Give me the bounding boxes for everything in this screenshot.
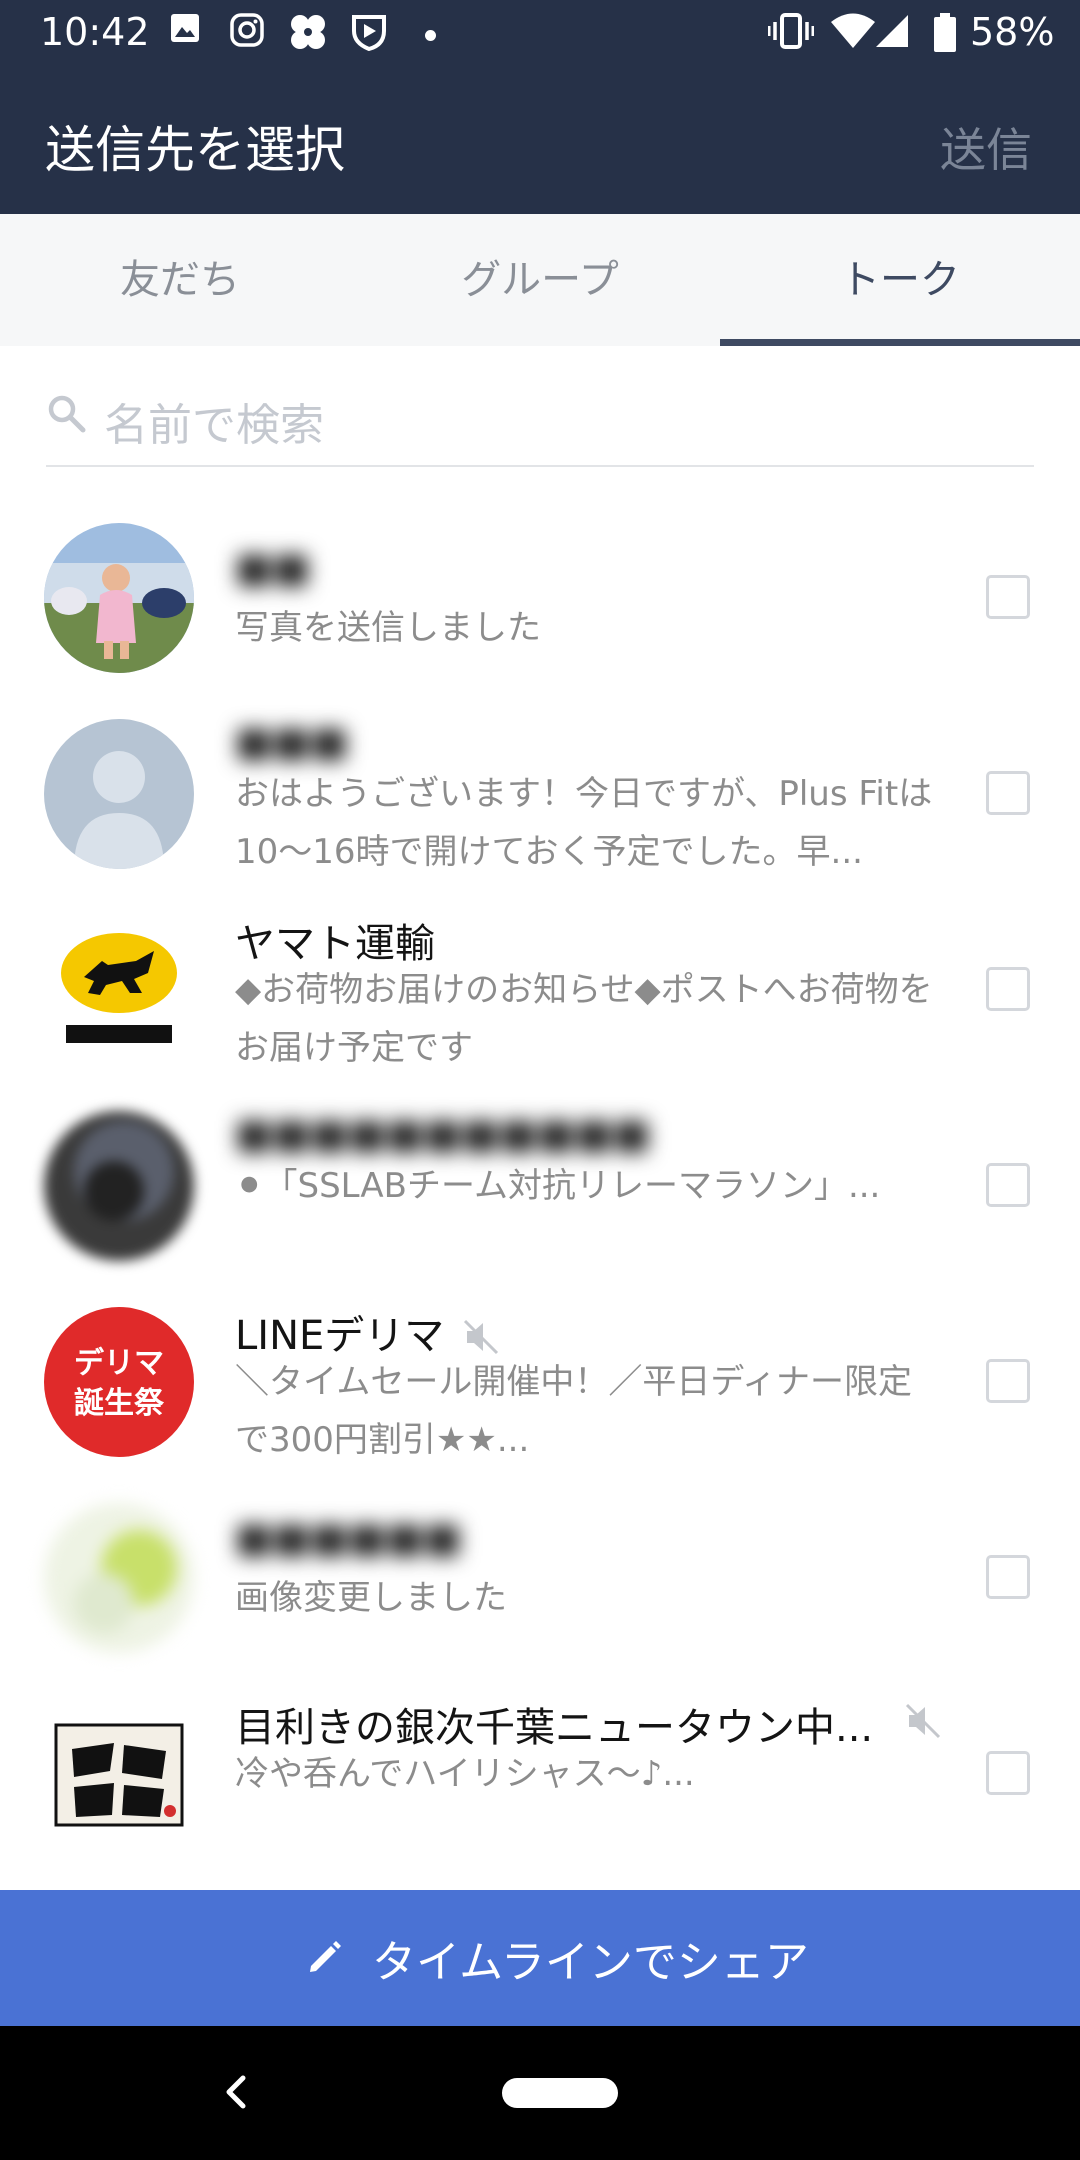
avatar [44, 719, 194, 869]
chat-message: ⚫「SSLABチーム対抗リレーマラソン」... [235, 1166, 881, 1206]
instagram-icon [230, 13, 264, 47]
share-timeline-label: タイムラインでシェア [372, 1937, 809, 1988]
mute-icon [905, 1703, 941, 1739]
share-timeline-button[interactable]: タイムラインでシェア [0, 1890, 1080, 2026]
tab-label: グループ [461, 257, 619, 303]
search-icon [48, 395, 86, 433]
chat-row[interactable]: ■■■ おはようございます！今日ですが、Plus Fitは10〜16時で開けてお… [0, 701, 1080, 897]
chat-message: 写真を送信しました [235, 608, 541, 648]
select-checkbox[interactable] [986, 1751, 1030, 1795]
chat-message: 冷や呑んでハイリシャス〜♪... [235, 1754, 695, 1794]
send-button[interactable]: 送信 [940, 114, 1032, 180]
chat-name-hidden: ■■ [235, 545, 311, 591]
avatar [44, 1503, 194, 1653]
svg-text:誕生祭: 誕生祭 [74, 1386, 165, 1421]
vibrate-icon [768, 13, 814, 49]
chat-name-hidden: ■■■■■■■■■■■ [235, 1111, 651, 1157]
chat-row[interactable]: ■■ 写真を送信しました [0, 505, 1080, 701]
chat-name-hidden: ■■■■■■ [235, 1515, 462, 1561]
tab-groups[interactable]: グループ [360, 214, 720, 346]
chat-row[interactable]: ■■■■■■ 画像変更しました [0, 1485, 1080, 1681]
home-pill-icon[interactable] [502, 2078, 618, 2108]
select-checkbox[interactable] [986, 1163, 1030, 1207]
status-bar: 10:42 58% [0, 0, 1080, 66]
select-checkbox[interactable] [986, 575, 1030, 619]
signal-icon [876, 15, 908, 47]
tab-friends[interactable]: 友だち [0, 214, 360, 346]
search-placeholder: 名前で検索 [104, 400, 324, 451]
pinwheel-icon [291, 15, 325, 49]
avatar [44, 523, 194, 673]
mute-icon [463, 1319, 499, 1355]
chat-row[interactable]: ■■■■■■■■■■■ ⚫「SSLABチーム対抗リレーマラソン」... [0, 1093, 1080, 1289]
select-checkbox[interactable] [986, 771, 1030, 815]
status-time: 10:42 [40, 10, 150, 54]
chat-message: ＼タイムセール開催中！／平日ディナー限定で300円割引★★... [235, 1362, 912, 1460]
chat-row[interactable]: 目利きの銀次千葉ニュータウン中... 冷や呑んでハイリシャス〜♪... [0, 1681, 1080, 1877]
active-tab-indicator [720, 339, 1080, 346]
play-shield-icon [352, 15, 386, 51]
tab-label: トーク [840, 257, 960, 303]
tab-talk[interactable]: トーク [720, 214, 1080, 346]
select-checkbox[interactable] [986, 1359, 1030, 1403]
chat-message: ◆お荷物お届けのお知らせ◆ポストへお荷物をお届け予定です [235, 970, 933, 1068]
system-nav-bar [0, 2026, 1080, 2160]
yamato-logo [44, 915, 194, 1065]
page-title: 送信先を選択 [45, 121, 345, 179]
chat-row[interactable]: ヤマト運輸 ◆お荷物お届けのお知らせ◆ポストへお荷物をお届け予定です [0, 897, 1080, 1093]
battery-percent: 58% [970, 10, 1055, 54]
pencil-icon [310, 1941, 341, 1972]
select-checkbox[interactable] [986, 967, 1030, 1011]
delima-logo: デリマ 誕生祭 [44, 1307, 194, 1457]
chat-row[interactable]: デリマ 誕生祭 LINEデリマ ＼タイムセール開催中！／平日ディナー限定で300… [0, 1289, 1080, 1485]
search-input[interactable]: 名前で検索 [46, 375, 1034, 467]
avatar [44, 1111, 194, 1261]
chat-message: おはようございます！今日ですが、Plus Fitは10〜16時で開けておく予定で… [235, 774, 933, 872]
battery-icon [934, 13, 956, 52]
tab-bar: 友だち グループ トーク [0, 214, 1080, 346]
select-checkbox[interactable] [986, 1555, 1030, 1599]
tab-label: 友だち [120, 257, 240, 303]
back-icon[interactable] [215, 2062, 255, 2122]
more-notifications-dot [425, 30, 436, 41]
image-icon [171, 14, 199, 42]
app-bar: 送信先を選択 送信 [0, 66, 1080, 214]
ginji-logo [44, 1699, 194, 1849]
chat-message: 画像変更しました [235, 1578, 507, 1618]
svg-text:デリマ: デリマ [74, 1346, 164, 1381]
chat-name-hidden: ■■■ [235, 719, 349, 765]
wifi-icon [831, 13, 875, 48]
